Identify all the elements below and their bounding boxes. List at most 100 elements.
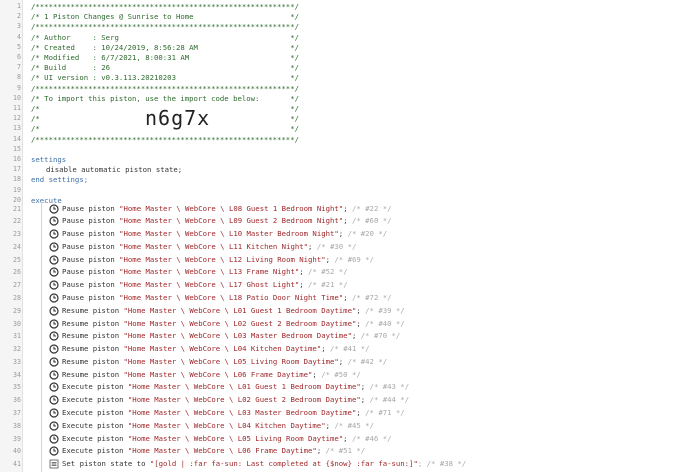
- statement-comment: /* #71 */: [365, 407, 405, 417]
- statement-target: "[gold | :far fa-sun: Last completed at …: [149, 459, 418, 469]
- statement-target: "Home Master \ WebCore \ L04 Kitchen Day…: [127, 420, 326, 430]
- statement-target: "Home Master \ WebCore \ L05 Living Room…: [127, 433, 344, 443]
- clock-icon: [49, 408, 59, 418]
- statement-comment: /* #40 */: [365, 318, 405, 328]
- statement-verb: Pause piston: [62, 241, 120, 251]
- statement-target: "Home Master \ WebCore \ L02 Guest 2 Bed…: [123, 318, 357, 328]
- header-comment-line: /***************************************…: [31, 83, 299, 93]
- statement-target: "Home Master \ WebCore \ L03 Master Bedr…: [123, 331, 352, 341]
- statement-comment: /* #52 */: [308, 267, 348, 277]
- statement-verb: Pause piston: [62, 254, 120, 264]
- statement-text: Execute piston "Home Master \ WebCore \ …: [62, 395, 409, 404]
- clock-icon: [49, 331, 59, 341]
- line-number: 6: [17, 53, 21, 61]
- clock-icon: [49, 344, 59, 354]
- statement-target: "Home Master \ WebCore \ L02 Guest 2 Bed…: [127, 395, 361, 405]
- line-number: 19: [13, 185, 21, 194]
- statement-terminator: ;: [356, 318, 366, 328]
- statement-verb: Execute piston: [62, 407, 128, 417]
- line-number: 18: [13, 175, 21, 184]
- line-number: 24: [13, 242, 21, 251]
- line-number: 31: [13, 332, 21, 341]
- statement-target: "Home Master \ WebCore \ L04 Kitchen Day…: [123, 344, 322, 354]
- statement-comment: /* #20 */: [347, 229, 388, 239]
- statement-terminator: ;: [356, 407, 366, 417]
- header-comment-line: /* Created : 10/24/2019, 8:56:28 AM */: [31, 42, 299, 52]
- line-number: 38: [13, 421, 21, 430]
- line-number: 9: [17, 83, 21, 92]
- line-number: 14: [13, 134, 21, 143]
- statement-verb: Execute piston: [62, 395, 128, 405]
- line-number: 13: [13, 124, 21, 133]
- statement-text: Execute piston "Home Master \ WebCore \ …: [62, 408, 405, 417]
- statement-target: "Home Master \ WebCore \ L05 Living Room…: [123, 356, 339, 366]
- statement-terminator: ;: [316, 446, 326, 456]
- line-number: 16: [13, 155, 21, 163]
- clock-icon: [49, 382, 59, 393]
- statement-terminator: ;: [338, 356, 348, 366]
- line-number: 10: [13, 93, 21, 102]
- clock-icon: [49, 395, 59, 405]
- statement-text: Pause piston "Home Master \ WebCore \ L1…: [62, 229, 387, 238]
- settings-keyword[interactable]: settings: [31, 155, 66, 164]
- header-comment-line: /***************************************…: [31, 2, 299, 11]
- line-number: 32: [13, 345, 21, 354]
- statement-verb: Resume piston: [62, 344, 124, 354]
- list-icon: [49, 459, 59, 469]
- clock-icon: [49, 357, 59, 367]
- line-number: 22: [13, 217, 21, 226]
- statement-comment: /* #22 */: [351, 203, 392, 213]
- line-number: 20: [13, 195, 21, 204]
- line-number: 3: [17, 22, 21, 31]
- statement-verb: Pause piston: [62, 229, 120, 239]
- statement-text: Pause piston "Home Master \ WebCore \ L1…: [62, 280, 348, 289]
- line-number: 4: [17, 32, 21, 41]
- statement-text: Pause piston "Home Master \ WebCore \ L0…: [62, 216, 392, 225]
- statement-verb: Execute piston: [62, 382, 128, 392]
- header-comment-line: /* To import this piston, use the import…: [31, 93, 299, 103]
- statement-text: Pause piston "Home Master \ WebCore \ L1…: [62, 242, 356, 251]
- statement-terminator: ;: [343, 292, 352, 302]
- statement-terminator: ;: [343, 203, 352, 213]
- clock-icon: [49, 229, 59, 239]
- statement-comment: /* #46 */: [351, 433, 392, 443]
- statement-target: "Home Master \ WebCore \ L06 Frame Dayti…: [123, 369, 313, 379]
- statement-verb: Pause piston: [62, 203, 120, 213]
- statement-verb: Resume piston: [62, 331, 124, 341]
- statement-comment: /* #41 */: [330, 344, 370, 354]
- end-settings-keyword[interactable]: end settings;: [31, 175, 88, 184]
- statement-text: Resume piston "Home Master \ WebCore \ L…: [62, 306, 405, 315]
- statement-target: "Home Master \ WebCore \ L09 Guest 2 Bed…: [119, 216, 344, 226]
- statement-comment: /* #42 */: [347, 356, 388, 366]
- clock-icon: [49, 318, 59, 329]
- line-number: 1: [17, 2, 21, 10]
- statement-comment: /* #70 */: [360, 331, 401, 341]
- statement-verb: Pause piston: [62, 267, 120, 277]
- code-area: /***************************************…: [23, 0, 687, 472]
- statement-text: Resume piston "Home Master \ WebCore \ L…: [62, 370, 361, 379]
- statement-verb: Execute piston: [62, 446, 128, 456]
- clock-icon: [49, 306, 59, 316]
- statement-text: Pause piston "Home Master \ WebCore \ L1…: [62, 293, 392, 302]
- statement-target: "Home Master \ WebCore \ L08 Guest 1 Bed…: [119, 203, 344, 213]
- statement-comment: /* #72 */: [351, 292, 392, 302]
- line-number: 26: [13, 268, 21, 277]
- statement-terminator: ;: [299, 280, 309, 290]
- line-number: 21: [13, 204, 21, 213]
- statement-text: Resume piston "Home Master \ WebCore \ L…: [62, 357, 387, 366]
- clock-icon: [49, 203, 59, 214]
- statement-target: "Home Master \ WebCore \ L01 Guest 1 Bed…: [127, 382, 361, 392]
- line-number: 41: [13, 460, 21, 469]
- statement-terminator: ;: [308, 241, 317, 251]
- statement-terminator: ;: [343, 216, 352, 226]
- settings-line[interactable]: disable automatic piston state;: [46, 165, 182, 174]
- statement-terminator: ;: [312, 369, 322, 379]
- statement-target: "Home Master \ WebCore \ L12 Living Room…: [119, 254, 326, 264]
- line-number: 5: [17, 42, 21, 51]
- clock-icon: [49, 216, 59, 226]
- line-number: 35: [13, 383, 21, 392]
- statement-comment: /* #39 */: [365, 305, 405, 315]
- clock-icon: [49, 433, 59, 444]
- header-comment-line: /* 1 Piston Changes @ Sunrise to Home */: [31, 12, 299, 22]
- statement-comment: /* #69 */: [334, 254, 374, 264]
